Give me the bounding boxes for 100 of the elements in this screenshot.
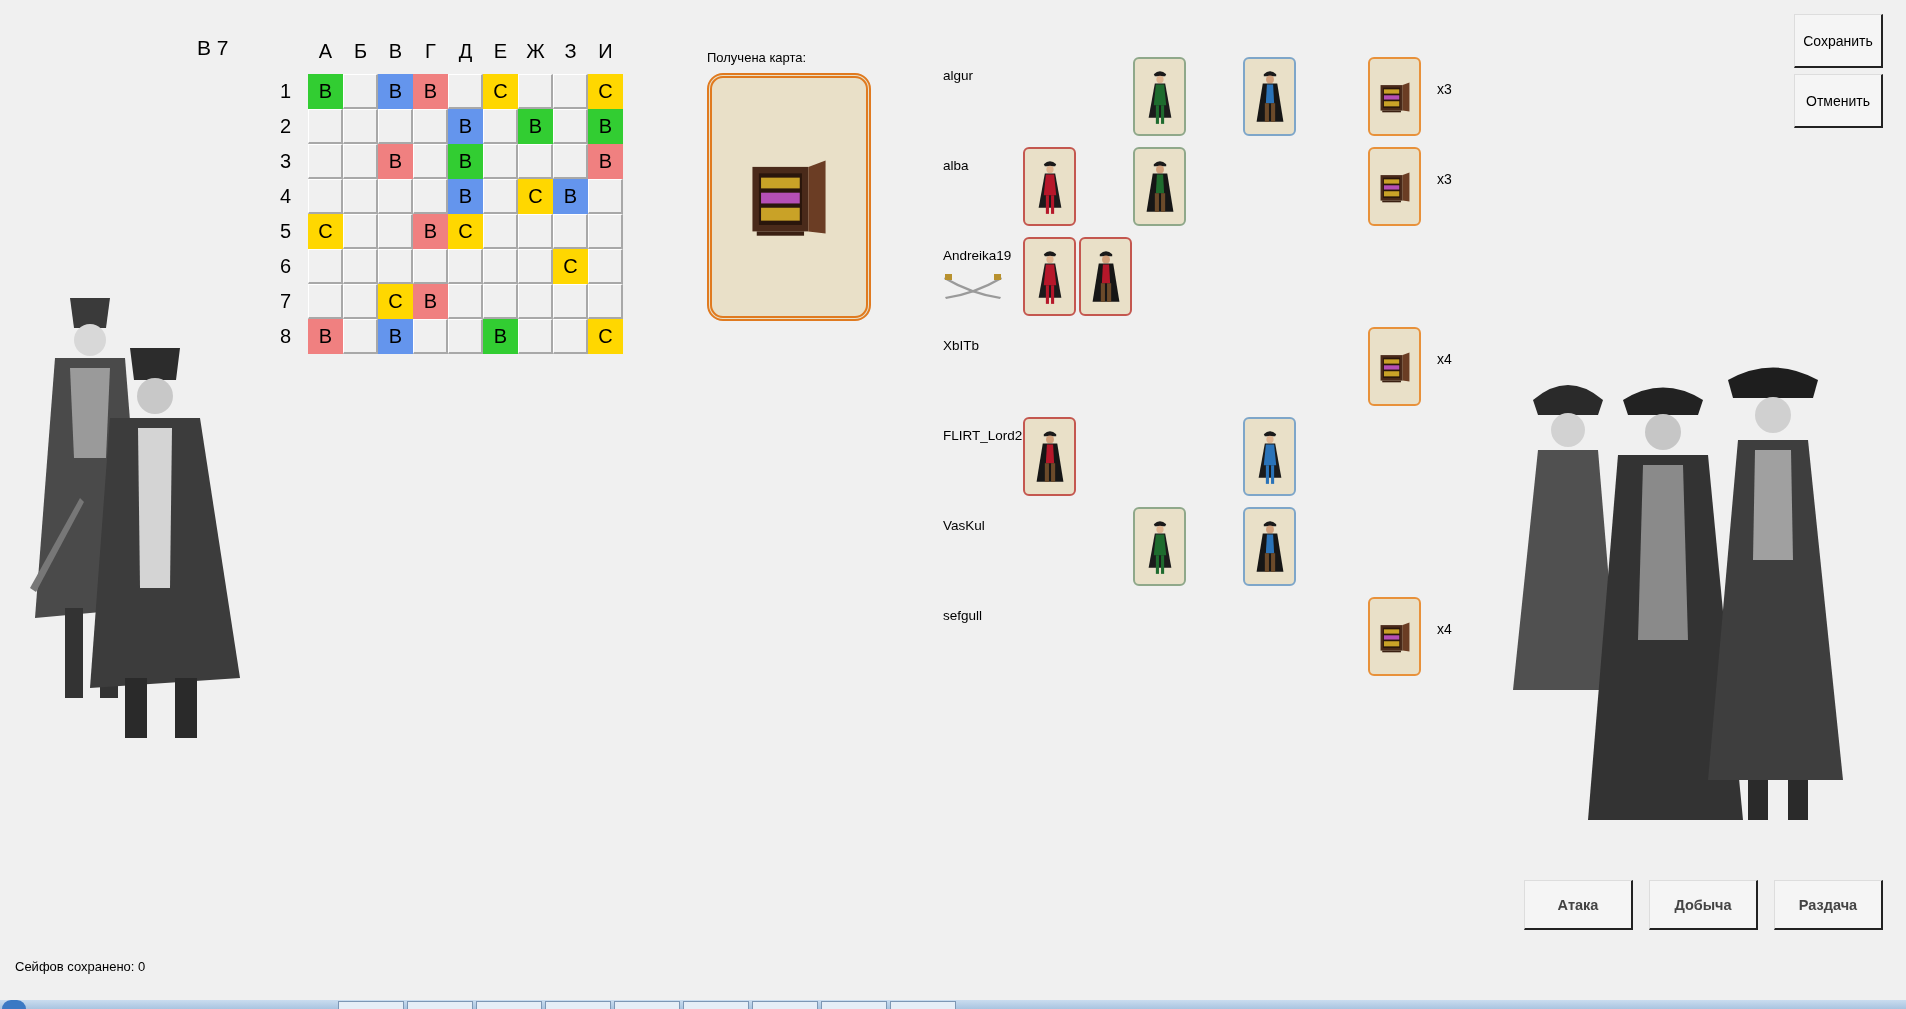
character-card[interactable] xyxy=(1079,237,1132,316)
taskbar-button[interactable] xyxy=(407,1001,473,1009)
grid-cell[interactable]: В xyxy=(413,74,448,109)
grid-cell[interactable] xyxy=(413,144,448,179)
taskbar-button[interactable] xyxy=(545,1001,611,1009)
top-action-button[interactable]: Отменить xyxy=(1794,74,1883,128)
grid-cell[interactable] xyxy=(343,109,378,144)
grid-cell[interactable] xyxy=(553,214,588,249)
grid-cell[interactable] xyxy=(588,179,623,214)
grid-cell[interactable]: В xyxy=(448,179,483,214)
grid-cell[interactable] xyxy=(588,249,623,284)
safe-card[interactable] xyxy=(1368,597,1421,676)
grid-cell[interactable]: В xyxy=(448,109,483,144)
grid-cell[interactable]: С xyxy=(518,179,553,214)
grid-cell[interactable] xyxy=(448,319,483,354)
grid-cell[interactable] xyxy=(343,179,378,214)
grid-cell[interactable] xyxy=(308,179,343,214)
grid-cell[interactable] xyxy=(343,249,378,284)
taskbar-button[interactable] xyxy=(338,1001,404,1009)
character-card[interactable] xyxy=(1133,57,1186,136)
grid-cell[interactable]: В xyxy=(448,144,483,179)
grid-cell[interactable] xyxy=(483,249,518,284)
grid-cell[interactable]: В xyxy=(553,179,588,214)
grid-cell[interactable] xyxy=(448,284,483,319)
character-card[interactable] xyxy=(1133,147,1186,226)
grid-cell[interactable]: С xyxy=(483,74,518,109)
grid-cell[interactable]: С xyxy=(553,249,588,284)
grid-cell[interactable] xyxy=(518,249,553,284)
grid-cell[interactable] xyxy=(343,74,378,109)
grid-cell[interactable] xyxy=(483,179,518,214)
grid-cell[interactable] xyxy=(483,144,518,179)
grid-cell[interactable] xyxy=(308,109,343,144)
grid-cell[interactable]: В xyxy=(378,74,413,109)
grid-cell[interactable]: В xyxy=(518,109,553,144)
character-card[interactable] xyxy=(1023,417,1076,496)
grid-cell[interactable] xyxy=(588,284,623,319)
grid-cell[interactable] xyxy=(378,214,413,249)
taskbar-button[interactable] xyxy=(476,1001,542,1009)
grid-cell[interactable]: С xyxy=(308,214,343,249)
grid-cell[interactable]: В xyxy=(588,144,623,179)
safe-card[interactable] xyxy=(1368,57,1421,136)
grid-cell[interactable] xyxy=(308,144,343,179)
grid-cell[interactable]: В xyxy=(588,109,623,144)
grid-cell[interactable] xyxy=(518,284,553,319)
grid-cell[interactable]: С xyxy=(588,74,623,109)
grid-cell[interactable] xyxy=(378,179,413,214)
grid-cell[interactable] xyxy=(343,144,378,179)
grid-cell[interactable] xyxy=(518,214,553,249)
grid-cell[interactable] xyxy=(343,284,378,319)
action-button[interactable]: Добыча xyxy=(1649,880,1758,930)
grid-cell[interactable] xyxy=(413,179,448,214)
character-card[interactable] xyxy=(1243,417,1296,496)
safe-card[interactable] xyxy=(1368,327,1421,406)
character-card[interactable] xyxy=(1023,237,1076,316)
taskbar-button[interactable] xyxy=(821,1001,887,1009)
character-card[interactable] xyxy=(1243,507,1296,586)
safe-card[interactable] xyxy=(1368,147,1421,226)
grid-cell[interactable] xyxy=(518,319,553,354)
grid-cell[interactable] xyxy=(518,74,553,109)
grid-cell[interactable]: В xyxy=(378,319,413,354)
taskbar-button[interactable] xyxy=(752,1001,818,1009)
grid-cell[interactable] xyxy=(518,144,553,179)
grid-cell[interactable] xyxy=(378,109,413,144)
grid-cell[interactable] xyxy=(483,109,518,144)
grid-cell[interactable] xyxy=(553,284,588,319)
grid-cell[interactable] xyxy=(483,214,518,249)
grid-cell[interactable] xyxy=(553,144,588,179)
grid-cell[interactable] xyxy=(483,284,518,319)
grid-cell[interactable] xyxy=(413,109,448,144)
character-card[interactable] xyxy=(1243,57,1296,136)
grid-cell[interactable]: В xyxy=(413,214,448,249)
grid-cell[interactable]: С xyxy=(378,284,413,319)
grid-cell[interactable]: В xyxy=(483,319,518,354)
grid-cell[interactable] xyxy=(553,109,588,144)
character-card[interactable] xyxy=(1023,147,1076,226)
grid-cell[interactable] xyxy=(343,214,378,249)
character-card[interactable] xyxy=(1133,507,1186,586)
grid-cell[interactable]: С xyxy=(588,319,623,354)
grid-cell[interactable] xyxy=(448,74,483,109)
grid-cell[interactable] xyxy=(308,249,343,284)
grid-cell[interactable] xyxy=(378,249,413,284)
grid-cell[interactable]: В xyxy=(413,284,448,319)
action-button[interactable]: Раздача xyxy=(1774,880,1883,930)
top-action-button[interactable]: Сохранить xyxy=(1794,14,1883,68)
grid-cell[interactable] xyxy=(553,74,588,109)
grid-cell[interactable]: С xyxy=(448,214,483,249)
action-button[interactable]: Атака xyxy=(1524,880,1633,930)
grid-cell[interactable] xyxy=(308,284,343,319)
grid-cell[interactable] xyxy=(413,319,448,354)
grid-cell[interactable] xyxy=(413,249,448,284)
grid-cell[interactable]: В xyxy=(308,319,343,354)
grid-cell[interactable]: В xyxy=(378,144,413,179)
taskbar-button[interactable] xyxy=(890,1001,956,1009)
taskbar-button[interactable] xyxy=(614,1001,680,1009)
start-button[interactable] xyxy=(2,1000,26,1009)
grid-cell[interactable] xyxy=(343,319,378,354)
grid-cell[interactable]: В xyxy=(308,74,343,109)
grid-cell[interactable] xyxy=(588,214,623,249)
grid-cell[interactable] xyxy=(553,319,588,354)
taskbar-button[interactable] xyxy=(683,1001,749,1009)
